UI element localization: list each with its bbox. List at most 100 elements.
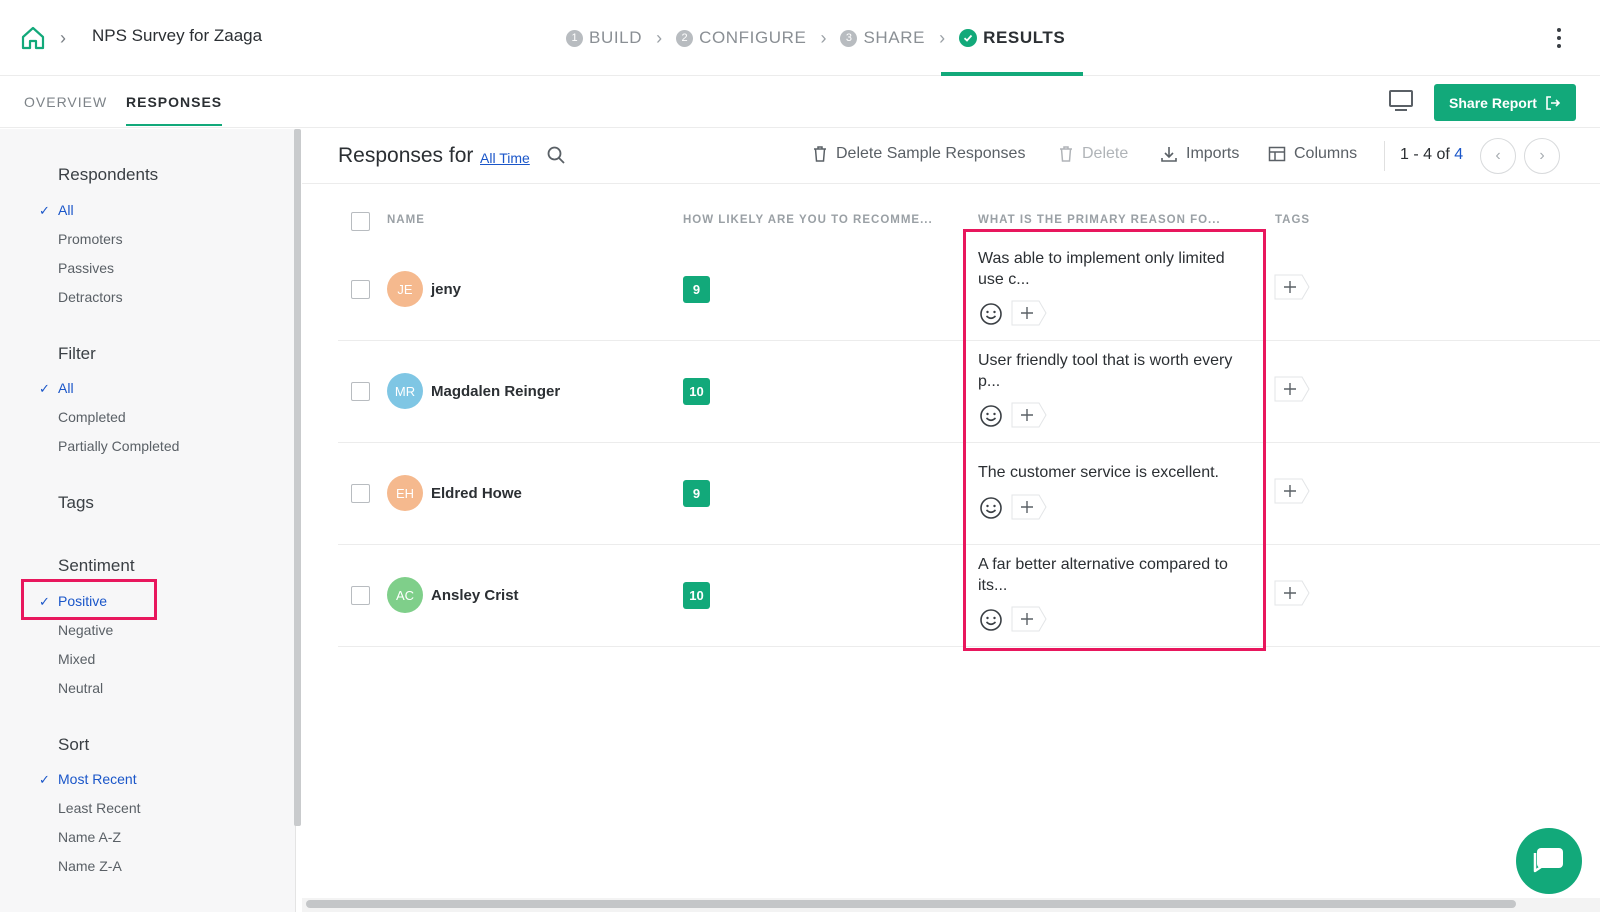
sidebar [0,129,296,912]
row-checkbox[interactable] [351,586,370,605]
highlight-box [963,229,1266,651]
exit-arrow-icon [1546,95,1561,110]
pager-range: 1 - 4 of [1400,146,1450,163]
columns-icon [1268,146,1286,162]
respondents-all[interactable]: All [58,202,74,218]
step-build[interactable]: 1 BUILD [566,0,642,76]
chevron-right-icon: › [939,27,946,48]
responses-toolbar: Responses for All Time Delete Sample Res… [302,129,1600,184]
delete-label: Delete [1082,145,1129,162]
sidebar-scrollbar[interactable] [294,129,301,826]
step-label: SHARE [863,28,926,47]
breadcrumb-chevron-icon: › [60,28,66,48]
header-reason-question[interactable]: WHAT IS THE PRIMARY REASON FO... [978,214,1221,226]
sub-nav: OVERVIEW RESPONSES Share Report [0,76,1600,128]
sort-name-a-z[interactable]: Name A-Z [58,829,121,845]
step-number: 3 [840,29,858,47]
trash-icon [814,146,826,162]
prev-page-button[interactable]: ‹ [1480,138,1516,174]
add-tag-icon[interactable] [1274,274,1310,300]
header-name[interactable]: NAME [387,214,425,226]
step-number: 1 [566,29,583,47]
pager-total: 4 [1454,146,1464,163]
sort-least-recent[interactable]: Least Recent [58,800,141,816]
tab-responses[interactable]: RESPONSES [126,94,223,126]
chevron-right-icon: › [820,27,827,48]
step-label: RESULTS [983,28,1066,47]
search-icon[interactable] [546,145,566,165]
header-score-question[interactable]: HOW LIKELY ARE YOU TO RECOMME... [683,214,933,226]
avatar: MR [387,373,423,409]
sentiment-neutral[interactable]: Neutral [58,680,103,696]
section-respondents: Respondents [58,165,159,184]
nps-score-badge: 9 [683,276,710,303]
filter-all[interactable]: All [58,380,74,396]
trash-icon [1060,146,1072,162]
share-report-button[interactable]: Share Report [1434,84,1576,121]
filter-partially-completed[interactable]: Partially Completed [58,438,179,454]
next-page-button[interactable]: › [1524,138,1560,174]
chat-button[interactable] [1516,828,1582,894]
avatar: AC [387,577,423,613]
home-icon[interactable] [20,25,46,51]
check-circle-icon [959,29,978,47]
toolbar-divider [1384,141,1385,171]
nps-score-badge: 9 [683,480,710,507]
chat-icon [1533,848,1563,873]
delete-button[interactable]: Delete [1058,145,1128,163]
sentiment-mixed[interactable]: Mixed [58,651,95,667]
survey-title: NPS Survey for Zaaga [92,26,263,45]
check-icon: ✓ [39,381,50,396]
columns-label: Columns [1294,145,1358,162]
nps-score-badge: 10 [683,582,710,609]
download-icon [1161,147,1177,162]
step-configure[interactable]: 2 CONFIGURE [676,0,806,76]
tab-overview[interactable]: OVERVIEW [24,94,107,110]
respondent-name[interactable]: Ansley Crist [431,587,519,604]
time-range-link[interactable]: All Time [480,150,530,166]
select-all-checkbox[interactable] [351,212,370,231]
top-bar: › NPS Survey for Zaaga 1 BUILD › 2 CONFI… [0,0,1600,76]
add-tag-icon[interactable] [1274,376,1310,402]
imports-button[interactable]: Imports [1160,145,1239,163]
columns-button[interactable]: Columns [1268,145,1357,163]
monitor-icon[interactable] [1388,89,1414,113]
share-report-label: Share Report [1449,94,1537,111]
delete-sample-label: Delete Sample Responses [836,145,1026,162]
step-label: CONFIGURE [699,28,807,47]
check-icon: ✓ [39,203,50,218]
step-share[interactable]: 3 SHARE [840,0,925,76]
add-tag-icon[interactable] [1274,580,1310,606]
sentiment-negative[interactable]: Negative [58,622,113,638]
step-number: 2 [676,29,694,47]
responses-title: Responses for [338,144,474,167]
respondents-detractors[interactable]: Detractors [58,289,123,305]
add-tag-icon[interactable] [1274,478,1310,504]
section-tags: Tags [58,493,94,512]
step-results[interactable]: RESULTS [941,0,1084,76]
sort-most-recent[interactable]: Most Recent [58,771,137,787]
row-checkbox[interactable] [351,382,370,401]
filter-completed[interactable]: Completed [58,409,126,425]
respondents-passives[interactable]: Passives [58,260,114,276]
header-tags[interactable]: TAGS [1275,214,1310,226]
respondent-name[interactable]: Magdalen Reinger [431,383,560,400]
avatar: EH [387,475,423,511]
imports-label: Imports [1186,145,1240,162]
sentiment-positive[interactable]: Positive [58,593,107,609]
step-label: BUILD [589,28,643,47]
sort-name-z-a[interactable]: Name Z-A [58,858,122,874]
more-options-icon[interactable] [1556,28,1562,48]
respondent-name[interactable]: Eldred Howe [431,485,522,502]
row-checkbox[interactable] [351,280,370,299]
row-checkbox[interactable] [351,484,370,503]
respondents-promoters[interactable]: Promoters [58,231,123,247]
check-icon: ✓ [39,594,50,609]
respondent-name[interactable]: jeny [431,281,461,298]
delete-sample-button[interactable]: Delete Sample Responses [812,145,1025,163]
section-sentiment: Sentiment [58,556,135,575]
nps-score-badge: 10 [683,378,710,405]
chevron-left-icon: ‹ [1495,147,1501,164]
horizontal-scrollbar[interactable] [306,900,1516,908]
avatar: JE [387,271,423,307]
